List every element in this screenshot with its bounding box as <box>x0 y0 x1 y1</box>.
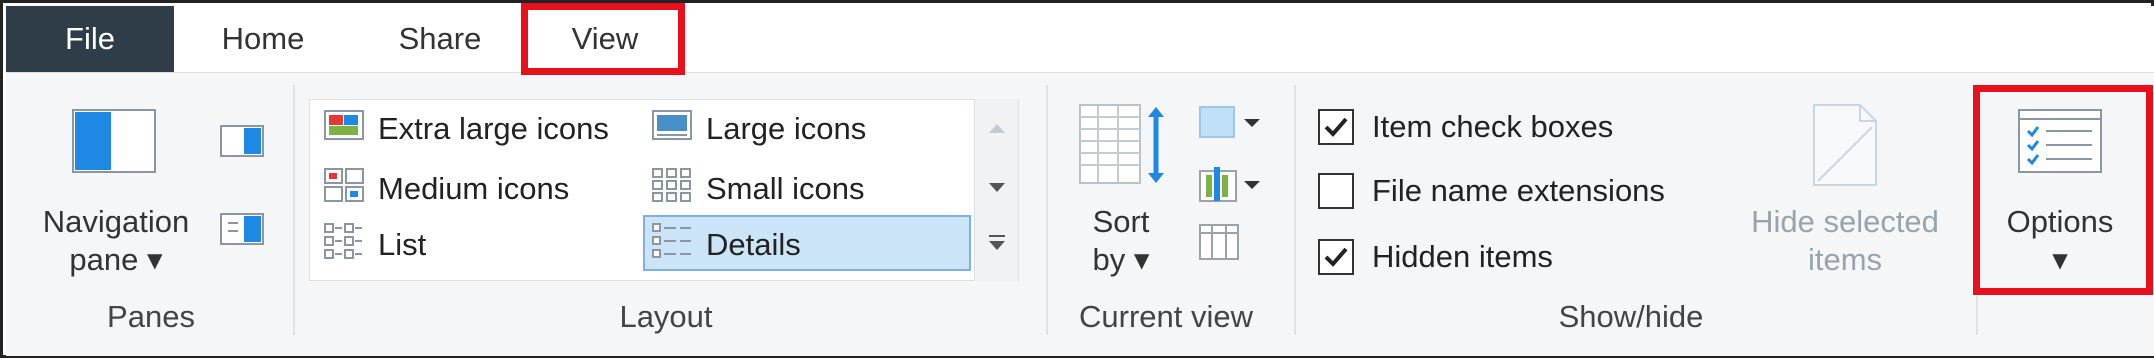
hidden-items-check-icon[interactable] <box>1318 239 1354 275</box>
item-check-boxes-label: Item check boxes <box>1372 109 1614 144</box>
hidden-items-checkbox[interactable]: Hidden items <box>1318 233 1553 281</box>
ribbon-tab-bar: File Home Share View <box>6 6 2154 72</box>
group-divider <box>293 85 295 335</box>
hide-selected-items-button[interactable]: Hide selected items <box>1732 203 1958 279</box>
medium-icons-icon <box>324 168 364 210</box>
group-divider <box>1294 85 1296 335</box>
tab-home-label: Home <box>221 21 305 56</box>
tab-file-label: File <box>65 21 115 56</box>
gallery-expand-icon[interactable] <box>987 233 1007 258</box>
options-label: Options <box>2006 204 2114 239</box>
hidden-items-label: Hidden items <box>1372 239 1553 274</box>
ribbon-view: Navigation pane ▾ Panes Extra large icon… <box>6 72 2154 356</box>
extra-large-icons-icon <box>324 110 364 148</box>
hide-selected-label-2: items <box>1807 242 1883 277</box>
layout-large-icons[interactable]: Large icons <box>652 105 866 153</box>
list-icon <box>324 223 364 267</box>
layout-gallery-scrollbar[interactable] <box>974 99 1018 281</box>
group-divider <box>1976 85 1978 335</box>
large-icons-label: Large icons <box>706 111 867 146</box>
add-columns-icon[interactable] <box>1198 165 1264 205</box>
large-icons-icon <box>652 110 692 148</box>
layout-extra-large-icons[interactable]: Extra large icons <box>324 105 609 153</box>
navigation-pane-label-2: pane ▾ <box>69 242 163 277</box>
options-icon[interactable] <box>2018 109 2102 173</box>
options-button[interactable]: Options ▾ <box>1988 203 2132 279</box>
medium-icons-label: Medium icons <box>378 171 570 206</box>
group-by-icon[interactable] <box>1198 105 1264 141</box>
group-divider <box>1046 85 1048 335</box>
details-label: Details <box>706 227 801 262</box>
tab-view-label: View <box>571 21 639 56</box>
layout-medium-icons[interactable]: Medium icons <box>324 165 569 213</box>
layout-list[interactable]: List <box>324 221 426 269</box>
hide-selected-label-1: Hide selected <box>1751 204 1939 239</box>
tab-home[interactable]: Home <box>174 6 352 72</box>
group-label-panes: Panes <box>107 299 195 334</box>
tab-share[interactable]: Share <box>352 6 528 72</box>
details-icon <box>652 223 692 267</box>
explorer-ribbon-window: File Home Share View Navigation pane ▾ P… <box>0 0 2154 358</box>
sort-by-button[interactable]: Sort by ▾ <box>1066 203 1176 279</box>
item-check-boxes-checkbox[interactable]: Item check boxes <box>1318 103 1613 151</box>
group-label-layout: Layout <box>619 299 713 334</box>
extra-large-icons-label: Extra large icons <box>378 111 609 146</box>
group-label-show-hide: Show/hide <box>1558 299 1704 334</box>
scroll-down-icon[interactable] <box>987 181 1007 199</box>
file-name-extensions-checkbox[interactable]: File name extensions <box>1318 167 1665 215</box>
size-columns-icon[interactable] <box>1198 223 1242 263</box>
sort-by-label-1: Sort <box>1092 204 1150 239</box>
small-icons-icon <box>652 168 692 210</box>
navigation-pane-button[interactable]: Navigation pane ▾ <box>26 203 206 279</box>
options-arrow-icon: ▾ <box>2052 242 2068 277</box>
scroll-up-icon[interactable] <box>987 121 1007 139</box>
preview-pane-icon[interactable] <box>220 125 264 157</box>
details-pane-icon[interactable] <box>220 213 264 245</box>
group-label-current-view: Current view <box>1079 299 1253 334</box>
navigation-pane-label-1: Navigation <box>42 204 190 239</box>
layout-details[interactable]: Details <box>652 221 801 269</box>
list-label: List <box>378 227 427 262</box>
tab-share-label: Share <box>398 21 482 56</box>
layout-small-icons[interactable]: Small icons <box>652 165 865 213</box>
small-icons-label: Small icons <box>706 171 865 206</box>
sort-by-icon[interactable] <box>1078 103 1168 187</box>
tab-file[interactable]: File <box>6 6 174 72</box>
file-name-extensions-check-icon[interactable] <box>1318 173 1354 209</box>
file-name-extensions-label: File name extensions <box>1372 173 1665 208</box>
navigation-pane-icon[interactable] <box>72 109 156 173</box>
hide-selected-items-icon[interactable] <box>1810 103 1880 187</box>
tab-view[interactable]: View <box>526 6 684 72</box>
item-check-boxes-check-icon[interactable] <box>1318 109 1354 145</box>
sort-by-label-2: by ▾ <box>1092 242 1150 277</box>
